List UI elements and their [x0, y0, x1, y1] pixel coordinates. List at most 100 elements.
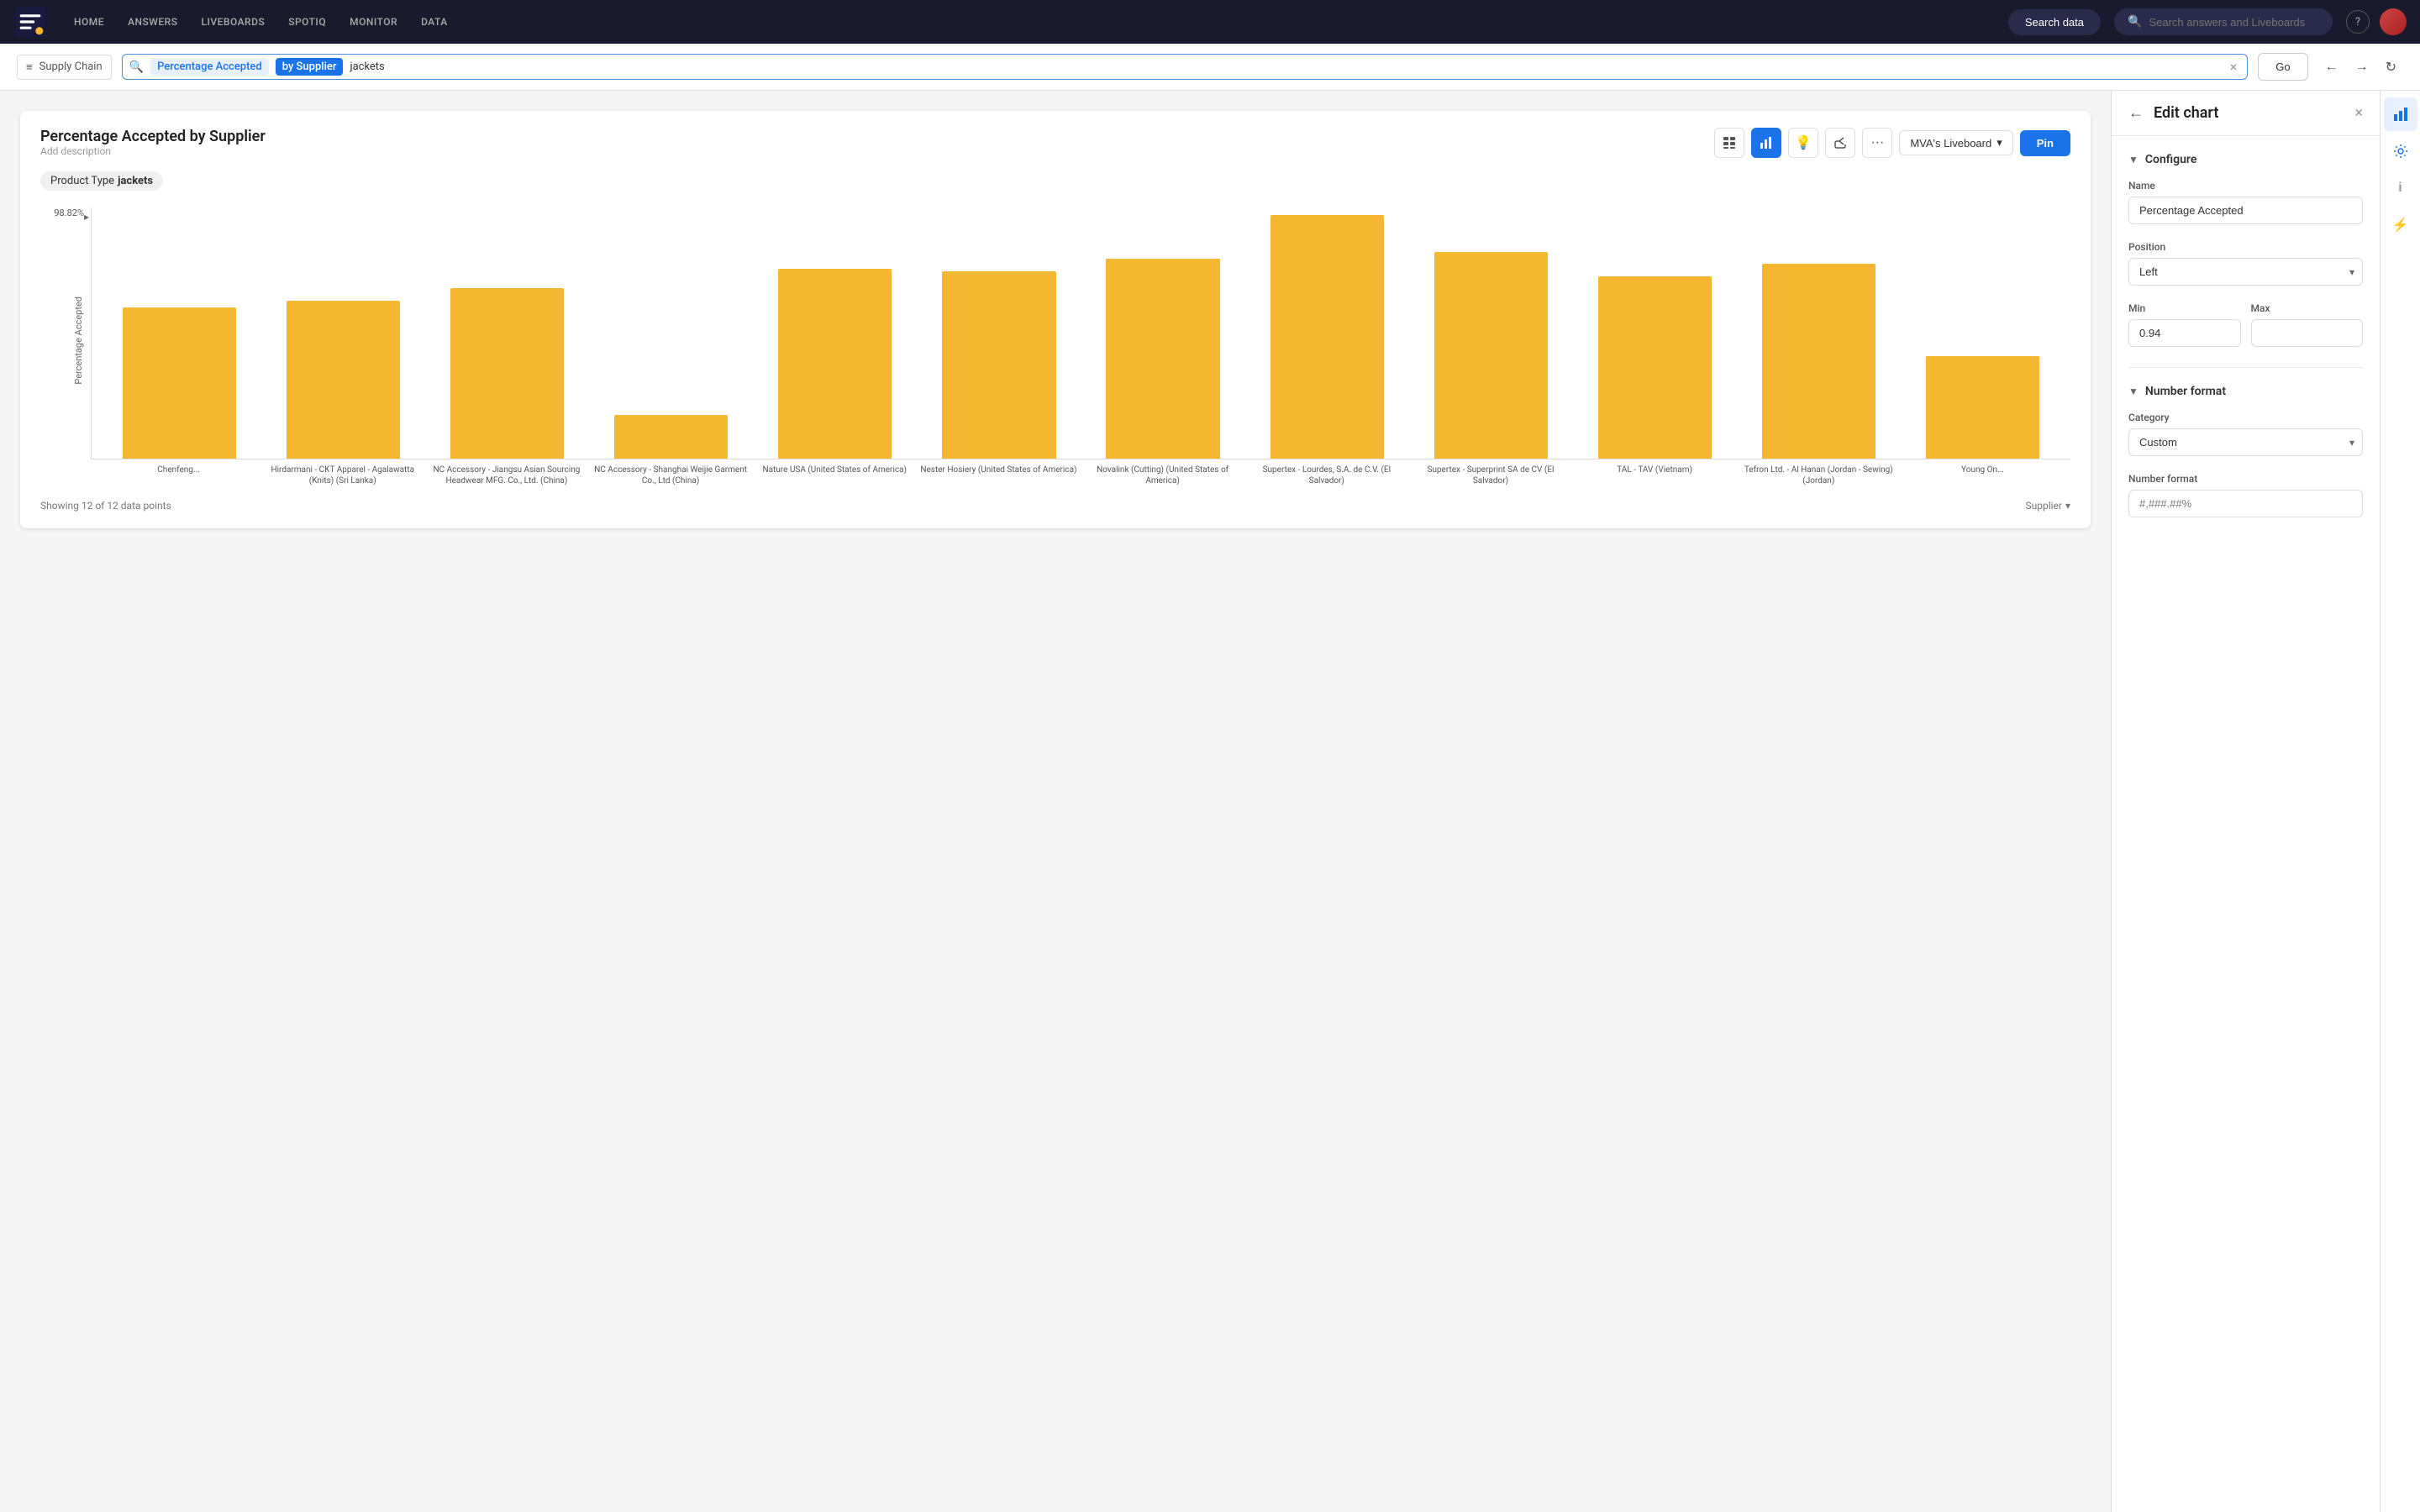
bar-col[interactable]: [426, 207, 588, 459]
forward-arrow-button[interactable]: →: [2349, 54, 2375, 81]
axis-arrow-icon: ▸: [84, 211, 89, 223]
user-avatar[interactable]: [2380, 8, 2407, 35]
table-view-button[interactable]: [1714, 128, 1744, 158]
chart-description[interactable]: Add description: [40, 145, 266, 157]
bar-rect[interactable]: [1106, 259, 1219, 459]
bar-rect[interactable]: [123, 307, 236, 459]
bar-rect[interactable]: [778, 269, 892, 459]
filter-chip[interactable]: Product Type jackets: [40, 171, 163, 191]
y-axis-label: Percentage Accepted: [73, 297, 84, 385]
bar-rect[interactable]: [942, 271, 1055, 459]
x-label: Young On...: [1902, 459, 2064, 486]
bar-rect[interactable]: [1762, 264, 1876, 459]
panel-back-button[interactable]: ←: [2128, 104, 2144, 122]
x-label: TAL - TAV (Vietnam): [1574, 459, 1736, 486]
bar-col[interactable]: [1902, 207, 2064, 459]
bar-col[interactable]: [1738, 207, 1900, 459]
x-label: Chenfeng...: [97, 459, 260, 486]
max-field-group: Max: [2251, 302, 2364, 347]
history-navigation: ← → ↻: [2318, 54, 2403, 81]
more-actions-button[interactable]: ···: [1862, 128, 1892, 158]
bar-rect[interactable]: [287, 301, 400, 459]
search-clear-button[interactable]: ×: [2227, 59, 2241, 75]
nav-monitor[interactable]: MONITOR: [339, 11, 408, 33]
min-field-group: Min: [2128, 302, 2241, 347]
bar-rect[interactable]: [614, 415, 728, 459]
number-format-label: Number format: [2145, 385, 2226, 398]
bar-rect[interactable]: [1926, 356, 2039, 459]
token-jackets[interactable]: jackets: [350, 60, 384, 73]
insights-button[interactable]: 💡: [1788, 128, 1818, 158]
min-label: Min: [2128, 302, 2241, 314]
filter-value: jackets: [118, 175, 153, 187]
back-arrow-button[interactable]: ←: [2318, 54, 2345, 81]
bar-chart: 98.82% Percentage Accepted ▸: [40, 207, 2070, 486]
configure-section-header[interactable]: ▼ Configure: [2128, 153, 2363, 166]
help-button[interactable]: ?: [2346, 10, 2370, 34]
bar-col[interactable]: [1574, 207, 1736, 459]
x-label: NC Accessory - Shanghai Weijie Garment C…: [590, 459, 752, 486]
panel-close-button[interactable]: ×: [2354, 104, 2363, 122]
search-icon: 🔍: [2128, 15, 2142, 29]
x-label: Nester Hosiery (United States of America…: [918, 459, 1080, 486]
bar-col[interactable]: [1410, 207, 1572, 459]
bar-rect[interactable]: [1434, 252, 1548, 459]
side-bar-chart-button[interactable]: [2384, 97, 2417, 131]
side-settings-button[interactable]: [2384, 134, 2417, 168]
edit-chart-panel: ← Edit chart × ▼ Configure Name Position…: [2111, 91, 2380, 1512]
data-points-label: Showing 12 of 12 data points: [40, 500, 171, 512]
number-format-input[interactable]: [2128, 490, 2363, 517]
go-button[interactable]: Go: [2258, 53, 2307, 81]
nav-home[interactable]: HOME: [64, 11, 114, 33]
bar-col[interactable]: [590, 207, 752, 459]
position-select[interactable]: Left Right Top Bottom: [2128, 258, 2363, 286]
liveboard-label: MVA's Liveboard: [1910, 137, 1991, 150]
search-answers-input[interactable]: [2149, 16, 2319, 29]
bar-col[interactable]: [1081, 207, 1244, 459]
supplier-axis-label[interactable]: Supplier ▾: [2025, 500, 2070, 512]
logo[interactable]: [13, 5, 47, 39]
x-label: Supertex - Superprint SA de CV (El Salva…: [1409, 459, 1571, 486]
side-icon-strip: i ⚡: [2380, 91, 2420, 1512]
nav-data[interactable]: DATA: [411, 11, 458, 33]
share-button[interactable]: [1825, 128, 1855, 158]
top-navigation: HOME ANSWERS LIVEBOARDS SPOTIQ MONITOR D…: [0, 0, 2420, 44]
search-answers-bar[interactable]: 🔍: [2114, 8, 2333, 35]
breadcrumb-bar: ≡ Supply Chain 🔍 Percentage Accepted by …: [0, 44, 2420, 91]
panel-content: ▼ Configure Name Position Left Right Top…: [2112, 136, 2380, 1512]
bar-col[interactable]: [754, 207, 916, 459]
number-format-section-header[interactable]: ▼ Number format: [2128, 385, 2363, 398]
search-data-button[interactable]: Search data: [2008, 9, 2101, 35]
nav-spotiq[interactable]: SPOTIQ: [278, 11, 336, 33]
name-input[interactable]: [2128, 197, 2363, 224]
category-select-wrapper: Custom Number Percentage Currency ▾: [2128, 428, 2363, 456]
bar-rect[interactable]: [1598, 276, 1712, 459]
token-by-supplier[interactable]: by Supplier: [276, 58, 344, 76]
liveboard-selector[interactable]: MVA's Liveboard ▾: [1899, 130, 2012, 155]
nav-answers[interactable]: ANSWERS: [118, 11, 187, 33]
pin-button[interactable]: Pin: [2020, 130, 2070, 156]
min-input[interactable]: [2128, 319, 2241, 347]
bar-rect[interactable]: [1270, 215, 1384, 459]
source-label: Supply Chain: [39, 60, 103, 73]
refresh-button[interactable]: ↻: [2379, 54, 2403, 81]
source-selector[interactable]: ≡ Supply Chain: [17, 55, 112, 80]
configure-chevron-icon: ▼: [2128, 154, 2139, 165]
liveboard-chevron-icon: ▾: [1996, 136, 2002, 150]
bar-col[interactable]: [262, 207, 424, 459]
bar-col[interactable]: [1246, 207, 1408, 459]
search-bar[interactable]: 🔍 Percentage Accepted by Supplier jacket…: [122, 54, 2249, 80]
bar-chart-view-button[interactable]: [1751, 128, 1781, 158]
token-percentage-accepted[interactable]: Percentage Accepted: [150, 58, 269, 76]
bar-col[interactable]: [918, 207, 1080, 459]
side-info-button[interactable]: i: [2384, 171, 2417, 205]
chart-card: Percentage Accepted by Supplier Add desc…: [20, 111, 2091, 528]
panel-header: ← Edit chart ×: [2112, 91, 2380, 136]
category-select[interactable]: Custom Number Percentage Currency: [2128, 428, 2363, 456]
bar-col[interactable]: [98, 207, 260, 459]
side-lightning-button[interactable]: ⚡: [2384, 208, 2417, 242]
bar-rect[interactable]: [450, 288, 564, 459]
panel-title: Edit chart: [2154, 104, 2344, 122]
max-input[interactable]: [2251, 319, 2364, 347]
nav-liveboards[interactable]: LIVEBOARDS: [191, 11, 275, 33]
